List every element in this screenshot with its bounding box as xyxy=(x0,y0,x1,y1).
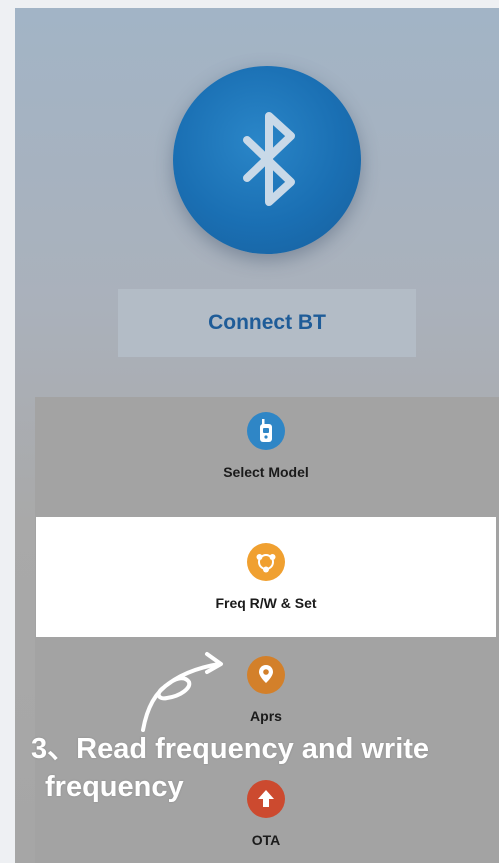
connect-bt-label: Connect BT xyxy=(208,311,326,334)
bluetooth-button[interactable] xyxy=(173,66,361,254)
map-pin-icon xyxy=(247,656,285,694)
menu-item-freq-rw-set[interactable]: Freq R/W & Set xyxy=(36,517,496,637)
menu-label-freq-rw-set: Freq R/W & Set xyxy=(215,595,317,611)
connect-bt-button[interactable]: Connect BT xyxy=(118,289,416,357)
menu-item-select-model[interactable]: Select Model xyxy=(36,412,496,512)
caption-text: 3、Read frequency and write frequency xyxy=(31,730,429,806)
menu-label-aprs: Aprs xyxy=(250,708,282,724)
menu-label-select-model: Select Model xyxy=(223,464,309,480)
caption-line-2: frequency xyxy=(45,771,184,803)
annotation-arrow-icon xyxy=(141,652,223,732)
caption-line-1: 3、Read frequency and write xyxy=(31,733,430,765)
walkie-talkie-icon xyxy=(247,412,285,450)
network-share-icon xyxy=(247,543,285,581)
menu-label-ota: OTA xyxy=(251,832,281,848)
bluetooth-icon xyxy=(243,112,295,206)
